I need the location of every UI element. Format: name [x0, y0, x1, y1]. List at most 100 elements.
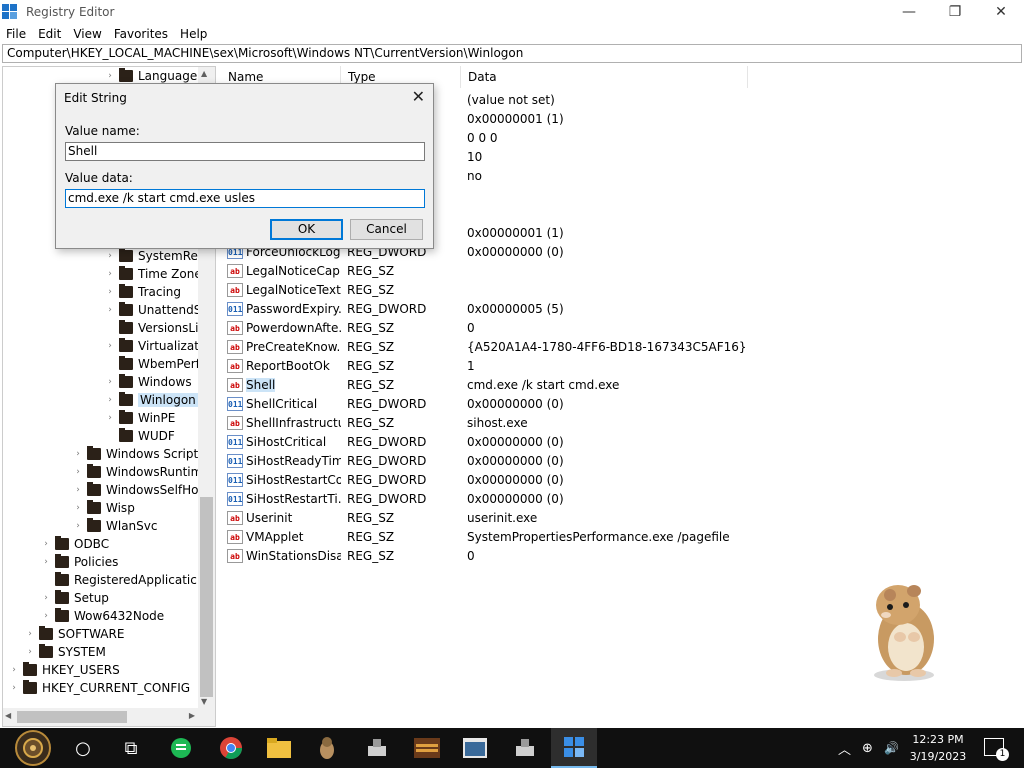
expand-arrow-icon[interactable]: › [105, 287, 115, 297]
taskbar-app-figure[interactable] [304, 728, 350, 768]
expand-arrow-icon[interactable]: › [73, 449, 83, 459]
value-row[interactable]: ab VMApplet REG_SZ SystemPropertiesPerforma… [221, 527, 821, 546]
expand-arrow-icon[interactable]: › [73, 467, 83, 477]
scroll-right-arrow[interactable]: ▶ [189, 711, 195, 720]
menu-help[interactable]: Help [174, 27, 213, 41]
menu-edit[interactable]: Edit [32, 27, 67, 41]
value-row[interactable]: ab Shell REG_SZ cmd.exe /k start cmd.exe [221, 375, 821, 394]
scroll-up-arrow[interactable]: ▲ [201, 69, 207, 78]
taskbar-app-network[interactable] [354, 728, 400, 768]
menu-file[interactable]: File [0, 27, 32, 41]
tree-item[interactable]: › Tracing [105, 283, 181, 301]
expand-arrow-icon[interactable]: › [105, 251, 115, 261]
expand-arrow-icon[interactable]: › [105, 395, 115, 405]
expand-arrow-icon[interactable]: › [9, 683, 19, 693]
expand-arrow-icon[interactable]: › [25, 647, 35, 657]
taskbar-app-window[interactable] [452, 728, 498, 768]
tree-item[interactable]: › HKEY_CURRENT_CONFIG [9, 679, 190, 697]
network-icon[interactable]: ⊕ [862, 728, 873, 768]
expand-arrow-icon[interactable]: › [9, 665, 19, 675]
value-name-field[interactable]: Shell [65, 142, 425, 161]
value-row[interactable]: ab ReportBootOk REG_SZ 1 [221, 356, 821, 375]
search-button[interactable]: ○ [60, 728, 106, 768]
tree-item[interactable]: › WinPE [105, 409, 175, 427]
expand-arrow-icon[interactable]: › [105, 269, 115, 279]
column-data-header[interactable]: Data [461, 66, 748, 88]
tree-item[interactable]: › Wisp [73, 499, 135, 517]
taskbar-file-explorer[interactable] [256, 728, 302, 768]
expand-arrow-icon[interactable]: › [105, 341, 115, 351]
tree-item[interactable]: › SOFTWARE [25, 625, 124, 643]
expand-arrow-icon[interactable]: › [41, 611, 51, 621]
address-bar[interactable]: Computer\HKEY_LOCAL_MACHINE\sex\Microsof… [2, 44, 1022, 63]
tree-item[interactable]: › UnattendSe [105, 301, 209, 319]
close-button[interactable]: ✕ [978, 0, 1024, 24]
scroll-down-arrow[interactable]: ▼ [201, 697, 207, 706]
expand-arrow-icon[interactable]: › [105, 71, 115, 81]
minimize-button[interactable]: — [886, 0, 932, 24]
menu-view[interactable]: View [67, 27, 107, 41]
taskbar-app-green[interactable] [158, 728, 204, 768]
value-row[interactable]: abShellInfrastructure REG_SZ sihost.exe [221, 413, 821, 432]
value-row[interactable]: ab PowerdownAfte... REG_SZ 0 [221, 318, 821, 337]
tree-horizontal-scrollbar[interactable]: ◀ ▶ [3, 708, 215, 726]
scroll-left-arrow[interactable]: ◀ [5, 711, 11, 720]
maximize-button[interactable]: ❐ [932, 0, 978, 24]
value-row[interactable]: abWinStationsDisa... REG_SZ 0 [221, 546, 821, 565]
expand-arrow-icon[interactable]: › [73, 503, 83, 513]
value-data-field[interactable]: cmd.exe /k start cmd.exe usles [65, 189, 425, 208]
tree-item[interactable]: › Winlogon [105, 391, 198, 409]
volume-icon[interactable]: 🔊 [884, 728, 899, 768]
menu-favorites[interactable]: Favorites [108, 27, 174, 41]
expand-arrow-icon[interactable]: › [41, 539, 51, 549]
value-row[interactable]: ab PreCreateKnow... REG_SZ {A520A1A4-1780-4… [221, 337, 821, 356]
tree-item[interactable]: › HKEY_USERS [9, 661, 120, 679]
tree-item[interactable]: › SYSTEM [25, 643, 106, 661]
tree-item[interactable]: RegisteredApplicatic [41, 571, 197, 589]
expand-arrow-icon[interactable]: › [105, 305, 115, 315]
tree-item[interactable]: › Wow6432Node [41, 607, 164, 625]
taskbar-registry-editor[interactable] [551, 728, 597, 768]
tree-item[interactable]: › Windows Script H [73, 445, 211, 463]
taskbar-app-game[interactable] [404, 728, 450, 768]
tree-item[interactable]: WUDF [105, 427, 175, 445]
expand-arrow-icon[interactable]: › [73, 485, 83, 495]
tree-item[interactable]: › SystemRest [105, 247, 209, 265]
value-row[interactable]: 011 PasswordExpiry... REG_DWORD 0x00000005 … [221, 299, 821, 318]
tree-item[interactable]: WbemPerf [105, 355, 200, 373]
tree-item[interactable]: › Windows [105, 373, 192, 391]
taskbar-chrome[interactable] [208, 728, 254, 768]
expand-arrow-icon[interactable]: › [73, 521, 83, 531]
expand-arrow-icon[interactable]: › [41, 593, 51, 603]
tree-item[interactable]: VersionsList [105, 319, 209, 337]
tree-item[interactable]: › Virtualizatic [105, 337, 209, 355]
ok-button[interactable]: OK [270, 219, 343, 240]
expand-arrow-icon[interactable]: › [41, 557, 51, 567]
value-row[interactable]: 011 ShellCritical REG_DWORD 0x00000000 (0) [221, 394, 821, 413]
expand-arrow-icon[interactable]: › [105, 377, 115, 387]
value-row[interactable]: ab Userinit REG_SZ userinit.exe [221, 508, 821, 527]
value-row[interactable]: 011SiHostRestartCo... REG_DWORD 0x00000000… [221, 470, 821, 489]
value-row[interactable]: 011 SiHostRestartTi... REG_DWORD 0x00000000… [221, 489, 821, 508]
cancel-button[interactable]: Cancel [350, 219, 423, 240]
expand-arrow-icon[interactable]: › [105, 413, 115, 423]
value-row[interactable]: ab LegalNoticeText REG_SZ [221, 280, 821, 299]
value-row[interactable]: ab LegalNoticeCap... REG_SZ [221, 261, 821, 280]
tree-item[interactable]: › WindowsSelfHost [73, 481, 209, 499]
tree-hscroll-thumb[interactable] [17, 711, 127, 723]
tree-item[interactable]: › Setup [41, 589, 109, 607]
expand-arrow-icon[interactable]: › [25, 629, 35, 639]
tree-item[interactable]: › Policies [41, 553, 118, 571]
tree-item[interactable]: › WindowsRuntime [73, 463, 210, 481]
taskbar-app-network-2[interactable] [502, 728, 548, 768]
tree-item[interactable]: › WlanSvc [73, 517, 157, 535]
tray-chevron[interactable]: ︿ [838, 728, 851, 768]
dialog-close-button[interactable]: ✕ [412, 87, 425, 106]
task-view-button[interactable]: ⧉ [108, 728, 154, 768]
notification-icon[interactable]: 1 [984, 738, 1009, 761]
start-button[interactable] [8, 728, 58, 768]
tree-item[interactable]: › ODBC [41, 535, 109, 553]
tree-item[interactable]: › Time Zones [105, 265, 208, 283]
value-row[interactable]: 011 SiHostCritical REG_DWORD 0x00000000 (0) [221, 432, 821, 451]
tree-scroll-thumb[interactable] [200, 497, 213, 697]
